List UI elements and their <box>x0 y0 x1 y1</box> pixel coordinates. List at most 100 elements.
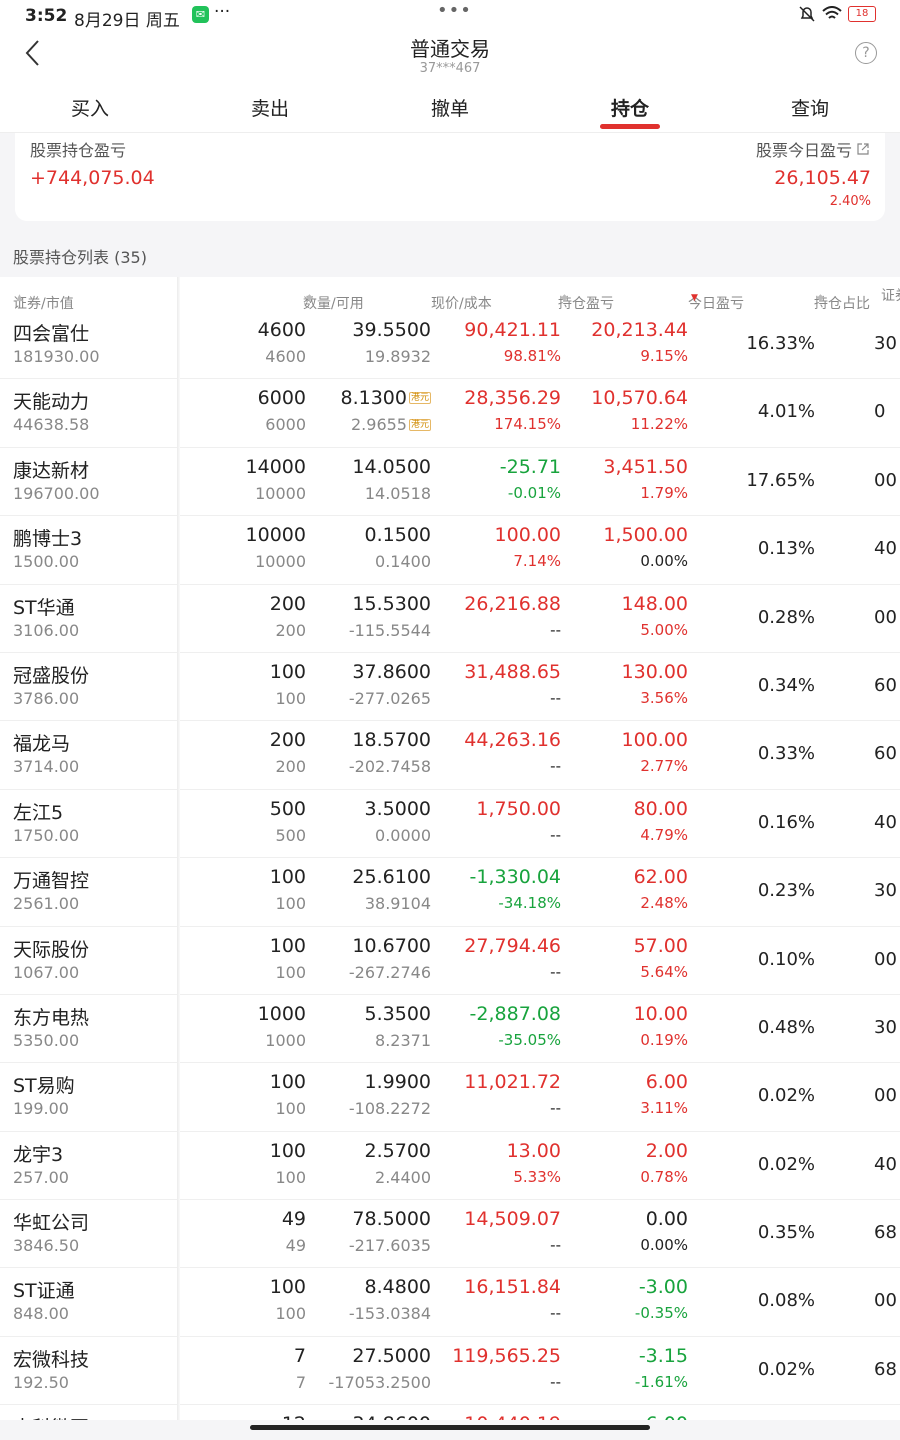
stock-name-text: 万通智控 <box>13 870 90 893</box>
hold-pl-percent: -- <box>550 1236 561 1254</box>
current-price: 8.4800 <box>365 1276 431 1298</box>
hold-pl-percent-text: 98.81% <box>503 347 561 365</box>
position-ratio: 16.33% <box>746 333 815 354</box>
hold-pl: 100.00 <box>495 524 561 546</box>
stock-code-text: 00 <box>874 606 897 628</box>
home-indicator[interactable] <box>250 1425 650 1430</box>
tab-positions[interactable]: 持仓 <box>570 94 690 121</box>
quantity: 200 <box>270 593 306 615</box>
current-price-text: 10.6700 <box>352 934 431 957</box>
stock-name: 万通智控 <box>13 866 89 893</box>
market-value-text: 3786.00 <box>13 688 80 708</box>
current-price: 18.5700 <box>352 729 431 751</box>
today-pl: 0.00 <box>646 1208 688 1230</box>
quantity-text: 6000 <box>257 387 306 410</box>
help-icon[interactable]: ? <box>855 42 877 64</box>
stock-name: ST证通 <box>13 1276 75 1303</box>
stock-code-text: 60 <box>874 743 897 765</box>
sort-icon: ◆ <box>817 293 824 303</box>
available-quantity-text: 10000 <box>255 483 306 503</box>
today-pl-label: 股票今日盈亏 <box>755 141 852 160</box>
position-row[interactable]: 华虹公司 3846.50 49 49 78.5000 -217.6035 14,509.07… <box>0 1200 900 1269</box>
position-row[interactable]: 天能动力 44638.58 6000 6000 8.1300 港元 2.9655 港元 28,3… <box>0 379 900 448</box>
market-value: 3786.00 <box>13 689 79 708</box>
stock-name-text: ST易购 <box>13 1075 75 1098</box>
tab-buy[interactable]: 买入 <box>30 94 150 121</box>
hold-pl-percent-text: -- <box>550 1236 561 1255</box>
quantity: 14000 <box>246 456 306 478</box>
position-row[interactable]: 天际股份 1067.00 100 100 10.6700 -267.2746 27,794.… <box>0 927 900 995</box>
stock-code: 40 <box>874 812 897 833</box>
position-row[interactable]: ST易购 199.00 100 100 1.9900 -108.2272 11,021.72… <box>0 1063 900 1132</box>
current-price: 78.5000 <box>352 1208 431 1230</box>
market-value-text: 1750.00 <box>13 825 80 845</box>
available-quantity: 49 <box>286 1236 306 1255</box>
today-pl-link[interactable]: 股票今日盈亏 <box>756 137 870 161</box>
current-price-text: 14.0500 <box>352 455 431 478</box>
position-row[interactable]: ST华通 3106.00 200 200 15.5300 -115.5544 26,216.… <box>0 585 900 653</box>
hkd-badge: 港元 <box>408 392 431 405</box>
position-row[interactable]: 左江5 1750.00 500 500 3.5000 0.0000 1,750.00 -- 80… <box>0 790 900 859</box>
position-row[interactable]: 中科微至 12 34.8600 10,440.19 -6.00 <box>0 1405 900 1420</box>
position-ratio-text: 0.48% <box>757 1016 815 1038</box>
hold-pl-percent-text: -- <box>550 825 561 844</box>
today-pl-percent-text: 3.56% <box>640 688 688 707</box>
stock-code: 60 <box>874 743 897 764</box>
quantity: 200 <box>270 729 306 751</box>
position-row[interactable]: 龙宇3 257.00 100 100 2.5700 2.4400 13.00 5.33% 2.0… <box>0 1132 900 1201</box>
today-pl: 10,570.64 <box>591 387 688 409</box>
sort-icon: ◆ <box>561 293 568 303</box>
status-bar: 3:52 8月29日 周五 ✉ ··· ••• 18 <box>0 0 900 31</box>
today-pl-percent: 11.22% <box>631 415 688 433</box>
tab-query[interactable]: 查询 <box>750 94 870 121</box>
position-ratio: 0.02% <box>758 1359 815 1380</box>
stock-name-text: ST证通 <box>13 1280 75 1303</box>
available-quantity-text: 200 <box>275 757 306 777</box>
available-quantity: 100 <box>275 689 306 708</box>
today-pl-percent: 3.56% <box>640 689 688 707</box>
today-pl: -3.15 <box>639 1345 688 1367</box>
quantity: 100 <box>270 1071 306 1093</box>
stock-name-text: 康达新材 <box>13 459 90 482</box>
stock-code-text: 30 <box>874 1016 897 1038</box>
today-pl-percent-text: 0.19% <box>640 1030 688 1049</box>
market-value: 196700.00 <box>13 484 100 503</box>
available-quantity: 500 <box>275 826 306 845</box>
position-row[interactable]: 福龙马 3714.00 200 200 18.5700 -202.7458 44,263.1… <box>0 721 900 790</box>
cost-price: -108.2272 <box>349 1099 431 1118</box>
hold-pl-percent-text: -0.01% <box>507 483 561 502</box>
stock-name-text: 宏微科技 <box>13 1348 90 1371</box>
available-quantity-text: 200 <box>275 620 306 640</box>
hold-pl-text: 100.00 <box>494 524 561 547</box>
stock-code: 40 <box>874 1154 897 1175</box>
hold-pl-percent: 174.15% <box>494 415 561 433</box>
stock-name: 中科微至 <box>13 1413 89 1420</box>
hold-pl-percent: -- <box>550 963 561 981</box>
current-price-text: 15.5300 <box>352 592 431 615</box>
position-row[interactable]: 万通智控 2561.00 100 100 25.6100 38.9104 -1,330.04… <box>0 858 900 927</box>
position-row[interactable]: ST证通 848.00 100 100 8.4800 -153.0384 16,151.84… <box>0 1268 900 1337</box>
today-pl: 1,500.00 <box>603 524 688 546</box>
hold-pl-percent-text: 174.15% <box>494 415 561 434</box>
cost-price: 38.9104 <box>365 894 431 913</box>
hold-pl-percent: -0.01% <box>508 484 561 502</box>
position-row[interactable]: 康达新材 196700.00 14000 10000 14.0500 14.0518 -25… <box>0 448 900 517</box>
position-row[interactable]: 宏微科技 192.50 7 7 27.5000 -17053.2500 119,565.25… <box>0 1337 900 1406</box>
current-price-text: 27.5000 <box>352 1344 431 1367</box>
stock-code: 00 <box>874 1085 897 1106</box>
hold-pl-percent: -- <box>550 621 561 639</box>
stock-code-text: 30 <box>874 333 897 354</box>
tab-cancel[interactable]: 撤单 <box>390 94 510 121</box>
window-handle-icon[interactable]: ••• <box>437 0 472 21</box>
market-value-text: 192.50 <box>13 1372 69 1392</box>
position-row[interactable]: 冠盛股份 3786.00 100 100 37.8600 -277.0265 31,488.… <box>0 653 900 722</box>
tab-sell[interactable]: 卖出 <box>210 94 330 121</box>
current-price-text: 8.4800 <box>364 1276 431 1299</box>
position-row[interactable]: 鹏博士3 1500.00 10000 10000 0.1500 0.1400 100.00 7… <box>0 516 900 585</box>
available-quantity: 10000 <box>255 552 306 571</box>
position-ratio: 0.34% <box>758 675 815 696</box>
current-price: 8.1300 港元 <box>341 387 431 409</box>
position-row[interactable]: 四会富仕 181930.00 4600 4600 39.5500 19.8932 90,42… <box>0 311 900 380</box>
market-value: 1750.00 <box>13 826 79 845</box>
position-row[interactable]: 东方电热 5350.00 1000 1000 5.3500 8.2371 -2,887.08… <box>0 995 900 1064</box>
